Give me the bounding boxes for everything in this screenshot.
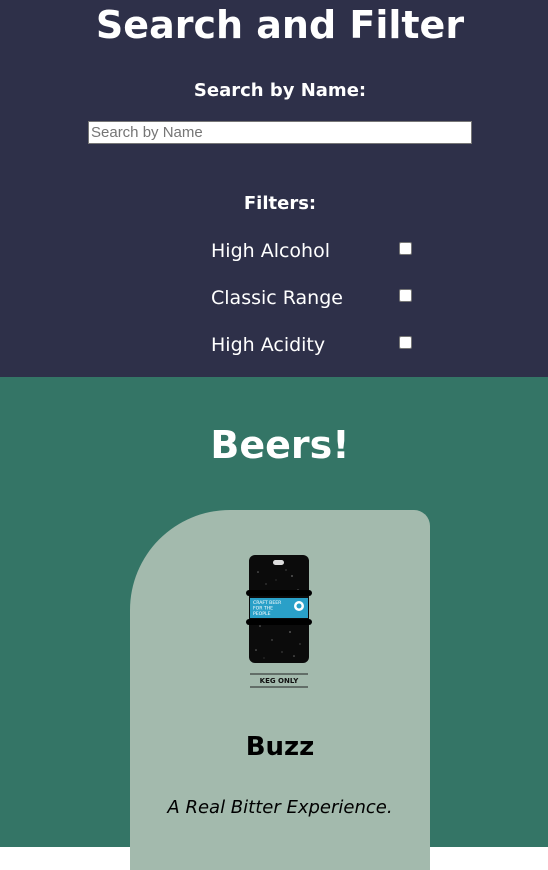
filter-row-high-acidity: High Acidity: [211, 332, 421, 358]
search-filter-panel: Search and Filter Search by Name: Filter…: [0, 0, 548, 377]
beer-name: Buzz: [245, 732, 315, 762]
beers-section: Beers! CRAFT BEER FOR THE PEOPLE KEG ONL…: [0, 377, 548, 870]
beer-tagline: A Real Bitter Experience.: [167, 797, 393, 818]
badge-text-line-2: FOR THE: [253, 606, 273, 612]
filter-label-classic-range: Classic Range: [211, 287, 343, 309]
keg-only-caption: KEG ONLY: [260, 677, 300, 685]
filter-label-high-acidity: High Acidity: [211, 334, 326, 356]
filters-label: Filters:: [243, 193, 317, 214]
high-acidity-checkbox[interactable]: [399, 336, 412, 349]
filter-label-high-alcohol: High Alcohol: [211, 240, 331, 262]
search-filter-title: Search and Filter: [95, 3, 465, 47]
badge-text-line-1: CRAFT BEER: [253, 600, 282, 606]
search-label: Search by Name:: [193, 80, 367, 101]
keg-icon: CRAFT BEER FOR THE PEOPLE KEG ONLY: [246, 555, 312, 688]
filter-row-high-alcohol: High Alcohol: [211, 238, 421, 264]
search-input[interactable]: [88, 121, 472, 144]
filter-row-classic-range: Classic Range: [211, 285, 421, 311]
high-alcohol-checkbox[interactable]: [399, 242, 412, 255]
badge-text-line-3: PEOPLE: [253, 611, 271, 617]
beer-card[interactable]: CRAFT BEER FOR THE PEOPLE KEG ONLY Buzz …: [130, 510, 430, 870]
classic-range-checkbox[interactable]: [399, 289, 412, 302]
beers-title: Beers!: [210, 423, 350, 467]
